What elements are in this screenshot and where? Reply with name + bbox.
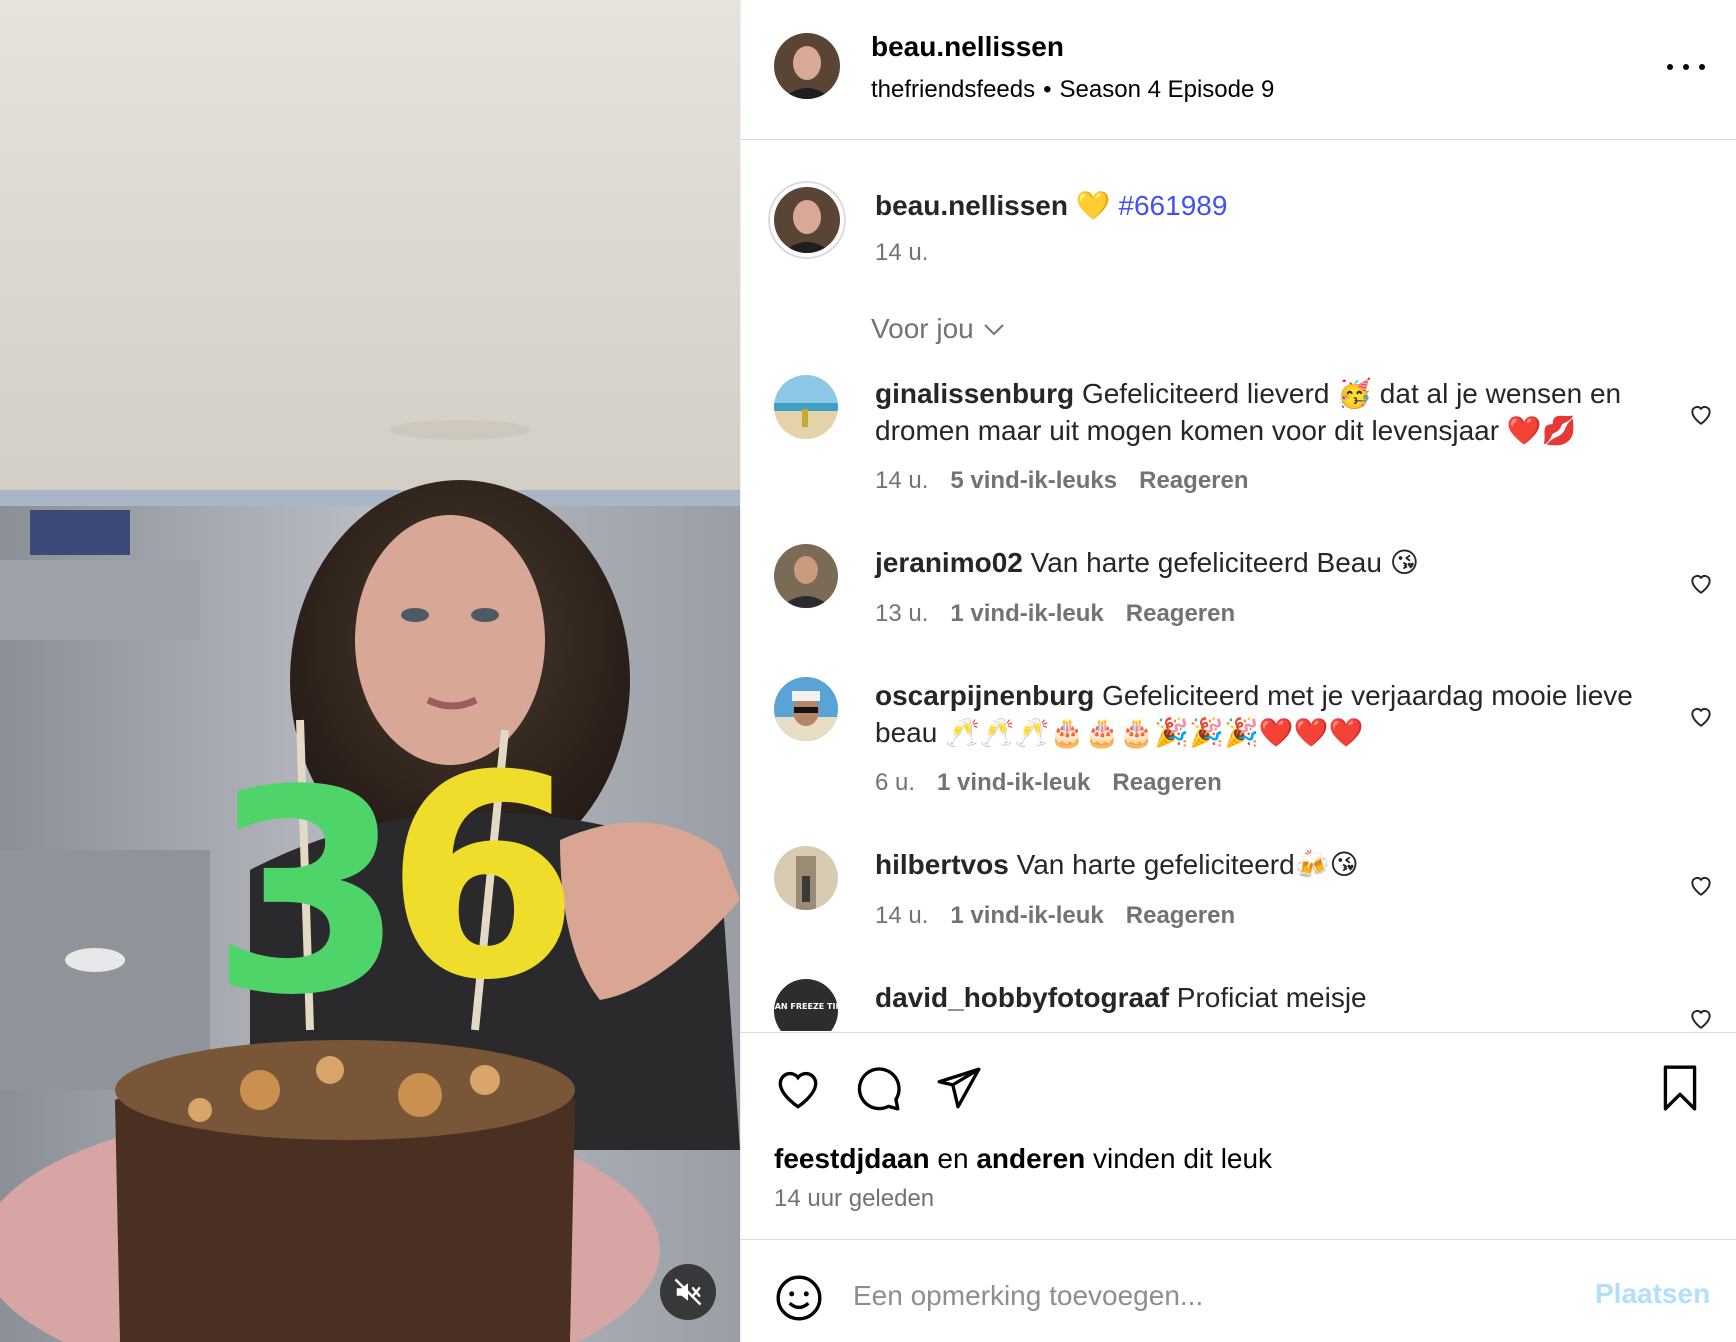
liked-by-suffix: vinden dit leuk: [1093, 1143, 1273, 1174]
comment-likes-count[interactable]: 1 vind-ik-leuk: [950, 600, 1103, 627]
comment-body: Van harte gefeliciteerd🍻😘: [1016, 849, 1359, 880]
heart-icon[interactable]: [1687, 401, 1715, 427]
add-comment-bar: Plaatsen: [741, 1239, 1736, 1342]
more-dot: [1683, 64, 1689, 70]
commenter-username[interactable]: jeranimo02: [875, 547, 1023, 578]
comment-input[interactable]: [853, 1268, 1573, 1324]
commenter-avatar[interactable]: [774, 375, 838, 439]
caption-emoji: 💛: [1075, 190, 1111, 221]
comment-meta: 6 u. 1 vind-ik-leuk Reageren: [875, 769, 1244, 797]
post-header: beau.nellissen thefriendsfeeds • Season 4 …: [741, 0, 1736, 140]
caption-author-avatar[interactable]: [774, 187, 840, 253]
send-icon[interactable]: [933, 1063, 983, 1113]
comment-text: david_hobbyfotograaf Proficiat meisje: [875, 979, 1655, 1016]
comment-time[interactable]: 14 u.: [875, 902, 928, 929]
video-frame: 3 6: [0, 0, 740, 1342]
more-dot: [1699, 64, 1705, 70]
audio-source-link[interactable]: thefriendsfeeds: [871, 76, 1035, 103]
post-actions: feestdjdaan en anderen vinden dit leuk 1…: [741, 1032, 1736, 1238]
audio-title-link[interactable]: Season 4 Episode 9: [1060, 76, 1275, 103]
commenter-avatar[interactable]: I CAN FREEZE TIME: [774, 979, 838, 1031]
comment-text: jeranimo02 Van harte gefeliciteerd Beau …: [875, 544, 1655, 581]
heart-icon[interactable]: [1687, 1005, 1715, 1031]
separator-dot: •: [1043, 76, 1052, 103]
liked-by-user-link[interactable]: feestdjdaan: [774, 1143, 930, 1174]
comment-time[interactable]: 6 u.: [875, 769, 915, 796]
comment-likes-count[interactable]: 1 vind-ik-leuk: [950, 902, 1103, 929]
reply-button[interactable]: Reageren: [1126, 902, 1235, 929]
smiley-icon[interactable]: [774, 1273, 824, 1323]
comment-text: oscarpijnenburg Gefeliciteerd met je ver…: [875, 677, 1655, 751]
heart-icon[interactable]: [1687, 872, 1715, 898]
comment-text: hilbertvos Van harte gefeliciteerd🍻😘: [875, 846, 1655, 883]
author-username[interactable]: beau.nellissen: [871, 31, 1064, 63]
comment-sort-dropdown[interactable]: Voor jou: [871, 313, 1006, 345]
liked-by-summary: feestdjdaan en anderen vinden dit leuk: [774, 1143, 1272, 1175]
heart-icon[interactable]: [1687, 703, 1715, 729]
more-horizontal-icon: [1667, 64, 1673, 70]
comment-body: Van harte gefeliciteerd Beau 😘: [1030, 547, 1419, 578]
caption-username[interactable]: beau.nellissen: [875, 190, 1068, 221]
svg-text:3: 3: [210, 731, 405, 1057]
muted-speaker-icon: [674, 1278, 702, 1306]
comment-icon[interactable]: [853, 1063, 903, 1113]
avatar-logo-text: I CAN FREEZE TIME: [774, 1002, 838, 1011]
liked-by-conj: en: [937, 1143, 969, 1174]
caption-timestamp[interactable]: 14 u.: [875, 239, 928, 267]
audio-info: thefriendsfeeds • Season 4 Episode 9: [871, 76, 1274, 104]
chevron-down-icon: [984, 324, 1004, 336]
comment-meta: 14 u. 1 vind-ik-leuk Reageren: [875, 902, 1257, 930]
svg-text:6: 6: [385, 716, 580, 1042]
commenter-avatar[interactable]: [774, 677, 838, 741]
comment-meta: 14 u. 5 vind-ik-leuks Reageren: [875, 467, 1271, 495]
author-avatar[interactable]: [774, 33, 840, 99]
comment-meta: 13 u. 1 vind-ik-leuk Reageren: [875, 600, 1257, 628]
commenter-username[interactable]: ginalissenburg: [875, 378, 1074, 409]
commenter-avatar[interactable]: [774, 846, 838, 910]
caption-hashtag-link[interactable]: #661989: [1118, 190, 1227, 221]
commenter-username[interactable]: david_hobbyfotograaf: [875, 982, 1169, 1013]
commenter-username[interactable]: oscarpijnenburg: [875, 680, 1094, 711]
comment-text: ginalissenburg Gefeliciteerd lieverd 🥳 d…: [875, 375, 1655, 449]
reply-button[interactable]: Reageren: [1126, 600, 1235, 627]
commenter-avatar[interactable]: [774, 544, 838, 608]
post-timestamp[interactable]: 14 uur geleden: [774, 1185, 934, 1213]
post-media-video[interactable]: 3 6: [0, 0, 740, 1342]
more-options-button[interactable]: [1661, 52, 1711, 82]
bookmark-icon[interactable]: [1655, 1063, 1705, 1113]
sort-label: Voor jou: [871, 313, 974, 344]
liked-by-others-link[interactable]: anderen: [976, 1143, 1085, 1174]
comment-body: Proficiat meisje: [1176, 982, 1367, 1013]
comment-time[interactable]: 13 u.: [875, 600, 928, 627]
heart-icon[interactable]: [773, 1063, 823, 1113]
mute-toggle-button[interactable]: [660, 1264, 716, 1320]
post-comment-button[interactable]: Plaatsen: [1595, 1278, 1710, 1310]
heart-icon[interactable]: [1687, 570, 1715, 596]
comment-likes-count[interactable]: 5 vind-ik-leuks: [950, 467, 1117, 494]
reply-button[interactable]: Reageren: [1139, 467, 1248, 494]
comments-section[interactable]: beau.nellissen 💛 #661989 14 u. Voor jou …: [741, 141, 1736, 1031]
reply-button[interactable]: Reageren: [1112, 769, 1221, 796]
post-caption: beau.nellissen 💛 #661989: [875, 189, 1227, 222]
commenter-username[interactable]: hilbertvos: [875, 849, 1009, 880]
comment-likes-count[interactable]: 1 vind-ik-leuk: [937, 769, 1090, 796]
comment-time[interactable]: 14 u.: [875, 467, 928, 494]
post-side-panel: beau.nellissen thefriendsfeeds • Season 4 …: [740, 0, 1736, 1342]
